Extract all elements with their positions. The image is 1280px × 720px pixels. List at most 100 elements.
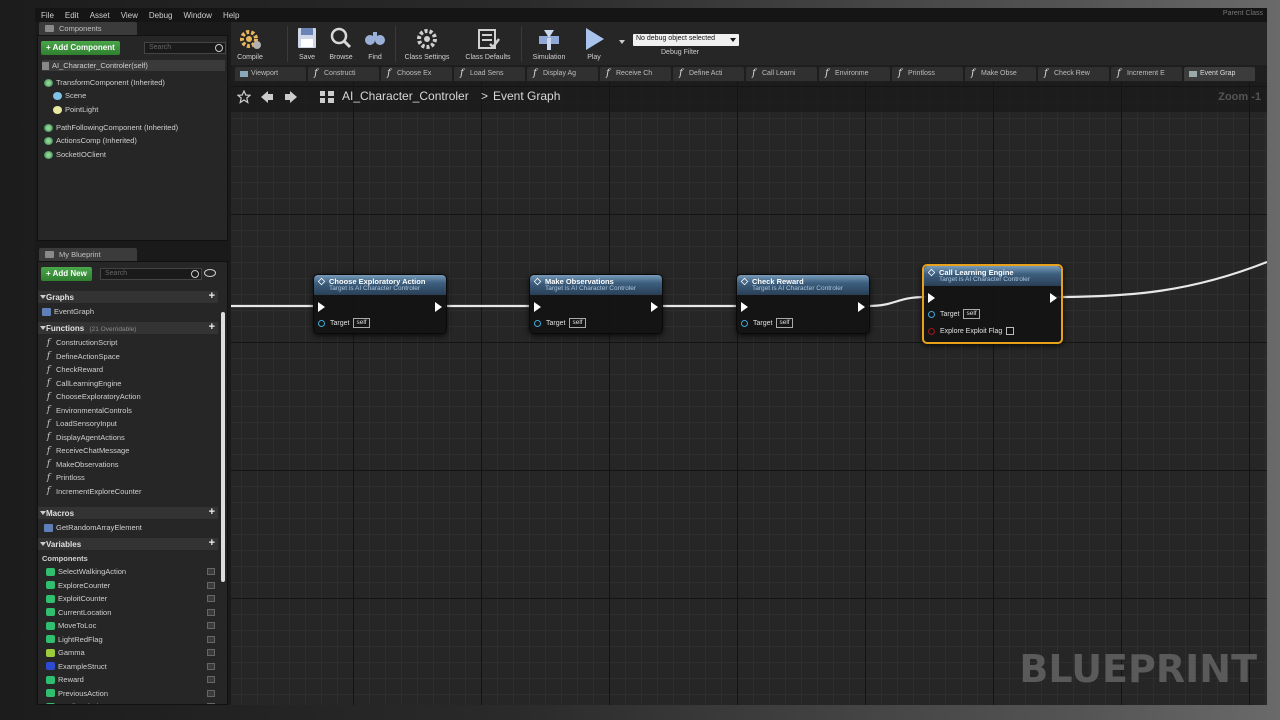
- exec-in-pin[interactable]: [741, 302, 748, 312]
- tab-viewport[interactable]: Viewport: [235, 67, 306, 81]
- variable-item[interactable]: LightRedFlag: [46, 635, 103, 644]
- tab-event-grap[interactable]: Event Grap: [1184, 67, 1255, 81]
- node-header[interactable]: Call Learning Engine Target is AI Charac…: [924, 266, 1061, 286]
- function-item[interactable]: f Printloss: [44, 473, 85, 482]
- target-pin[interactable]: [534, 319, 541, 327]
- tab-increment-e[interactable]: f Increment E: [1111, 67, 1182, 81]
- function-item[interactable]: f ReceiveChatMessage: [44, 446, 130, 455]
- add-variable-icon[interactable]: +: [209, 537, 215, 549]
- menu-help[interactable]: Help: [223, 11, 239, 20]
- variable-visibility-checkbox[interactable]: [207, 635, 215, 643]
- variable-visibility-checkbox[interactable]: [207, 689, 215, 697]
- class-settings-button[interactable]: Class Settings: [399, 22, 455, 65]
- add-macro-icon[interactable]: +: [209, 506, 215, 518]
- components-search-input[interactable]: Search: [144, 42, 226, 54]
- variable-visibility-checkbox[interactable]: [207, 595, 215, 602]
- variable-item[interactable]: ExploreCounter: [46, 581, 110, 590]
- add-function-icon[interactable]: +: [209, 321, 215, 333]
- compile-button[interactable]: Compile: [231, 22, 269, 65]
- tab-my-blueprint[interactable]: My Blueprint: [39, 248, 137, 261]
- find-button[interactable]: Find: [359, 22, 391, 65]
- target-pin[interactable]: [741, 319, 748, 327]
- debug-object-select[interactable]: No debug object selected: [633, 34, 739, 46]
- node-check-reward[interactable]: Check Reward Target is AI Character Cont…: [736, 274, 870, 334]
- function-item[interactable]: f MakeObservations: [44, 460, 119, 469]
- function-item[interactable]: f ChooseExploratoryAction: [44, 392, 141, 401]
- add-component-button[interactable]: + Add Component: [41, 41, 120, 55]
- class-defaults-button[interactable]: Class Defaults: [459, 22, 517, 65]
- eye-icon[interactable]: [204, 269, 216, 277]
- bool-checkbox[interactable]: [1006, 327, 1015, 335]
- exec-out-pin[interactable]: [858, 302, 865, 312]
- add-new-button[interactable]: + Add New: [41, 267, 92, 281]
- variable-item[interactable]: Reward: [46, 675, 84, 684]
- menu-asset[interactable]: Asset: [90, 11, 110, 20]
- exec-in-pin[interactable]: [318, 302, 325, 312]
- exec-in-pin[interactable]: [928, 293, 935, 303]
- node-header[interactable]: Choose Exploratory Action Target is AI C…: [314, 275, 446, 295]
- tab-printloss[interactable]: f Printloss: [892, 67, 963, 81]
- variable-visibility-checkbox[interactable]: [207, 608, 215, 616]
- node-header[interactable]: Check Reward Target is AI Character Cont…: [737, 275, 869, 295]
- menu-debug[interactable]: Debug: [149, 11, 173, 20]
- component-item[interactable]: SocketIOClient: [44, 150, 106, 159]
- target-pin[interactable]: [928, 310, 935, 318]
- tab-define-acti[interactable]: f Define Acti: [673, 67, 744, 81]
- graph-item-eventgraph[interactable]: EventGraph: [42, 307, 94, 316]
- component-item[interactable]: Scene: [53, 91, 86, 100]
- blueprint-scrollbar[interactable]: [221, 312, 225, 582]
- function-item[interactable]: f EnvironmentalControls: [44, 406, 132, 415]
- tab-components[interactable]: Components: [39, 22, 137, 35]
- variable-visibility-checkbox[interactable]: [207, 676, 215, 683]
- simulation-button[interactable]: Simulation: [525, 22, 573, 65]
- node-make-observations[interactable]: Make Observations Target is AI Character…: [529, 274, 663, 334]
- menu-file[interactable]: File: [41, 11, 54, 20]
- variable-item[interactable]: SelectWalkingAction: [46, 567, 126, 576]
- function-item[interactable]: f IncrementExploreCounter: [44, 487, 142, 496]
- variable-visibility-checkbox[interactable]: [207, 662, 215, 670]
- component-item[interactable]: PointLight: [53, 105, 98, 114]
- variable-item[interactable]: MoveToLoc: [46, 621, 96, 630]
- save-button[interactable]: Save: [291, 22, 323, 65]
- node-header[interactable]: Make Observations Target is AI Character…: [530, 275, 662, 295]
- variables-section-header[interactable]: Variables +: [38, 537, 218, 550]
- tab-choose-ex[interactable]: f Choose Ex: [381, 67, 452, 81]
- target-pin[interactable]: [318, 319, 325, 327]
- graphs-section-header[interactable]: Graphs +: [38, 290, 218, 303]
- variable-visibility-checkbox[interactable]: [207, 649, 215, 656]
- menu-view[interactable]: View: [121, 11, 138, 20]
- bool-pin[interactable]: [928, 327, 935, 335]
- exec-out-pin[interactable]: [651, 302, 658, 312]
- function-item[interactable]: f DisplayAgentActions: [44, 433, 125, 442]
- variable-item[interactable]: PreviousAction: [46, 689, 108, 698]
- function-item[interactable]: f CallLearningEngine: [44, 379, 122, 388]
- macros-section-header[interactable]: Macros +: [38, 506, 218, 519]
- exec-out-pin[interactable]: [435, 302, 442, 312]
- add-graph-icon[interactable]: +: [209, 290, 215, 302]
- tab-display-ag[interactable]: f Display Ag: [527, 67, 598, 81]
- browse-button[interactable]: Browse: [324, 22, 358, 65]
- variable-visibility-checkbox[interactable]: [207, 581, 215, 589]
- menu-edit[interactable]: Edit: [65, 11, 79, 20]
- variable-item[interactable]: ExploitCounter: [46, 594, 107, 603]
- component-root[interactable]: AI_Character_Controler(self): [42, 60, 225, 71]
- function-item[interactable]: f ConstructionScript: [44, 338, 117, 347]
- tab-load-sens[interactable]: f Load Sens: [454, 67, 525, 81]
- tab-make-obse[interactable]: f Make Obse: [965, 67, 1036, 81]
- function-item[interactable]: f CheckReward: [44, 365, 103, 374]
- node-call-learning-engine[interactable]: Call Learning Engine Target is AI Charac…: [922, 264, 1063, 344]
- tab-constructi[interactable]: f Constructi: [308, 67, 379, 81]
- menu-window[interactable]: Window: [183, 11, 211, 20]
- variable-item[interactable]: CurrentLocation: [46, 608, 111, 617]
- tab-check-rew[interactable]: f Check Rew: [1038, 67, 1109, 81]
- functions-section-header[interactable]: Functions (21 Overridable) +: [38, 321, 218, 334]
- macro-item[interactable]: GetRandomArrayElement: [44, 523, 142, 532]
- variable-visibility-checkbox[interactable]: [207, 703, 215, 704]
- component-item[interactable]: TransformComponent (Inherited): [44, 78, 165, 87]
- tab-environme[interactable]: f Environme: [819, 67, 890, 81]
- variables-category-components[interactable]: Components: [42, 554, 88, 563]
- variable-item[interactable]: Gamma: [46, 648, 85, 657]
- blueprint-search-input[interactable]: Search: [100, 268, 202, 280]
- component-item[interactable]: PathFollowingComponent (Inherited): [44, 123, 178, 132]
- variable-visibility-checkbox[interactable]: [207, 622, 215, 629]
